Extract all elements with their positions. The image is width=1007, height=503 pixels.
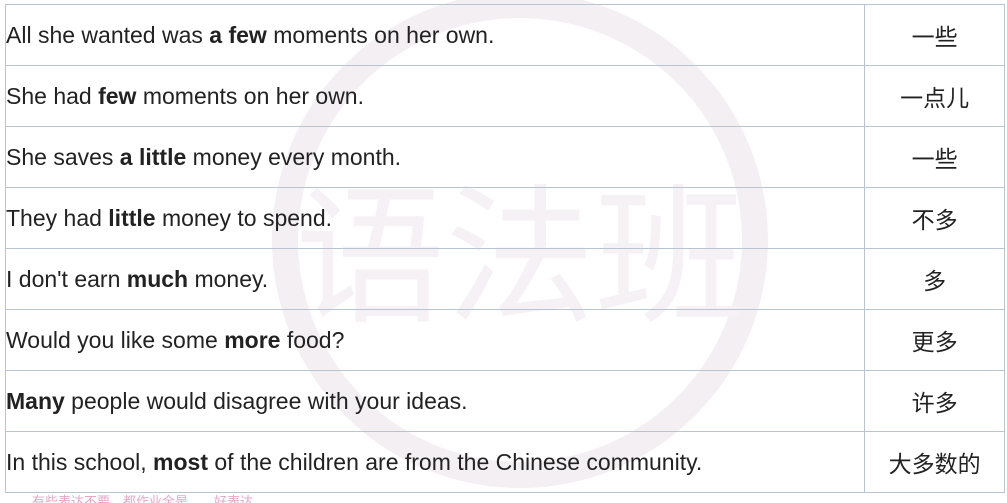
chinese-meaning: 一些 [864, 126, 1005, 188]
sentence-post: moments on her own. [266, 21, 495, 48]
english-sentence: They had little money to spend. [4, 187, 866, 249]
quantifier-word: much [126, 265, 189, 292]
quantifier-word: few [98, 82, 137, 109]
table-row: They had little money to spend. 不多 [4, 187, 1005, 249]
chinese-meaning: 一些 [864, 4, 1005, 66]
chinese-meaning: 更多 [864, 309, 1005, 371]
english-sentence: In this school, most of the children are… [4, 431, 866, 493]
table-row: I don't earn much money. 多 [4, 248, 1005, 310]
chinese-meaning: 不多 [864, 187, 1005, 249]
sentence-pre: Would you like some [6, 326, 225, 353]
quantifier-word: little [108, 204, 156, 231]
sentence-post: of the children are from the Chinese com… [207, 448, 703, 475]
sentence-post: money every month. [186, 143, 402, 170]
table-row: She saves a little money every month. 一些 [4, 126, 1005, 188]
quantifier-word: Many [6, 387, 65, 414]
chinese-meaning: 一点儿 [864, 65, 1005, 127]
sentence-pre: All she wanted was [6, 21, 210, 48]
quantifier-word: a few [209, 21, 267, 48]
table-body: All she wanted was a few moments on her … [4, 4, 1005, 493]
sentence-pre: I don't earn [6, 265, 127, 292]
chinese-meaning: 许多 [864, 370, 1005, 432]
quantifier-word: a little [119, 143, 187, 170]
sentence-post: food? [280, 326, 345, 353]
english-sentence: All she wanted was a few moments on her … [4, 4, 866, 66]
subtitle-fragment: 有些表达不要…都作业全是…，好表达 [32, 494, 254, 503]
table-row: All she wanted was a few moments on her … [4, 4, 1005, 66]
sentence-post: money. [188, 265, 269, 292]
english-sentence: Many people would disagree with your ide… [4, 370, 866, 432]
english-sentence: I don't earn much money. [4, 248, 866, 310]
table-row: In this school, most of the children are… [4, 431, 1005, 493]
sentence-post: moments on her own. [136, 82, 364, 109]
table-row: Many people would disagree with your ide… [4, 370, 1005, 432]
table-row: She had few moments on her own. 一点儿 [4, 65, 1005, 127]
sentence-pre: She had [6, 82, 99, 109]
quantifier-word: more [224, 326, 281, 353]
english-sentence: She had few moments on her own. [4, 65, 866, 127]
chinese-meaning: 多 [864, 248, 1005, 310]
chinese-meaning: 大多数的 [864, 431, 1005, 493]
quantifier-word: most [153, 448, 208, 475]
sentence-pre: In this school, [6, 448, 154, 475]
sentence-pre: They had [6, 204, 109, 231]
quantifier-table: All she wanted was a few moments on her … [4, 4, 1005, 493]
sentence-post: money to spend. [155, 204, 333, 231]
sentence-post: people would disagree with your ideas. [64, 387, 468, 414]
sentence-pre: She saves [6, 143, 120, 170]
table-row: Would you like some more food? 更多 [4, 309, 1005, 371]
english-sentence: She saves a little money every month. [4, 126, 866, 188]
english-sentence: Would you like some more food? [4, 309, 866, 371]
